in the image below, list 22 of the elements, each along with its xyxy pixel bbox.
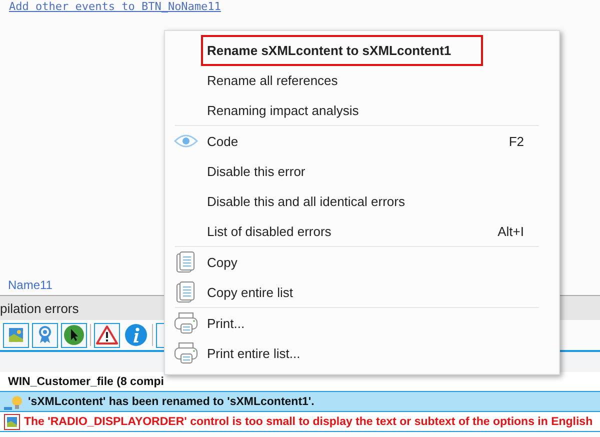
menu-item[interactable]: Rename sXMLcontent to sXMLcontent1 [201,34,484,66]
message-text: WIN_Customer_file (8 compi [8,376,164,388]
menu-item[interactable]: Renaming impact analysis [207,102,559,118]
shortcut-label: Alt+I [498,224,525,238]
menu-item[interactable]: Copy entire list [207,284,559,300]
message-row[interactable]: 'sXMLcontent' has been renamed to 'sXMLcontent1'. [0,392,600,412]
message-row[interactable]: The 'RADIO_DISPLAYORDER' control is too small to display the text or subtext of the options in English [0,412,600,432]
menu-item[interactable]: Print entire list... [207,346,559,360]
menu-item[interactable]: Print... [207,316,559,330]
menu-item[interactable]: Disable this error [207,164,559,178]
menu-item[interactable]: Disable this and all identical errors [207,194,559,208]
message-text: 'sXMLcontent' has been renamed to 'sXMLcontent1'. [28,396,314,408]
menu-item[interactable]: List of disabled errors [207,224,498,238]
menu-item[interactable]: Rename all references [207,72,559,88]
shortcut-label: F2 [508,134,525,148]
pane-title: pilation errors [0,300,79,316]
message-text: The 'RADIO_DISPLAYORDER' control is too small to display the text or subtext of the options in English [24,416,593,428]
code-tab[interactable]: Name11 [0,278,58,295]
message-row[interactable]: WIN_Customer_file (8 compi [0,372,600,392]
event-link[interactable]: Add other events to BTN_NoName11 [9,0,221,13]
menu-item[interactable]: Copy [207,254,559,270]
menu-item[interactable]: Code [207,134,509,148]
